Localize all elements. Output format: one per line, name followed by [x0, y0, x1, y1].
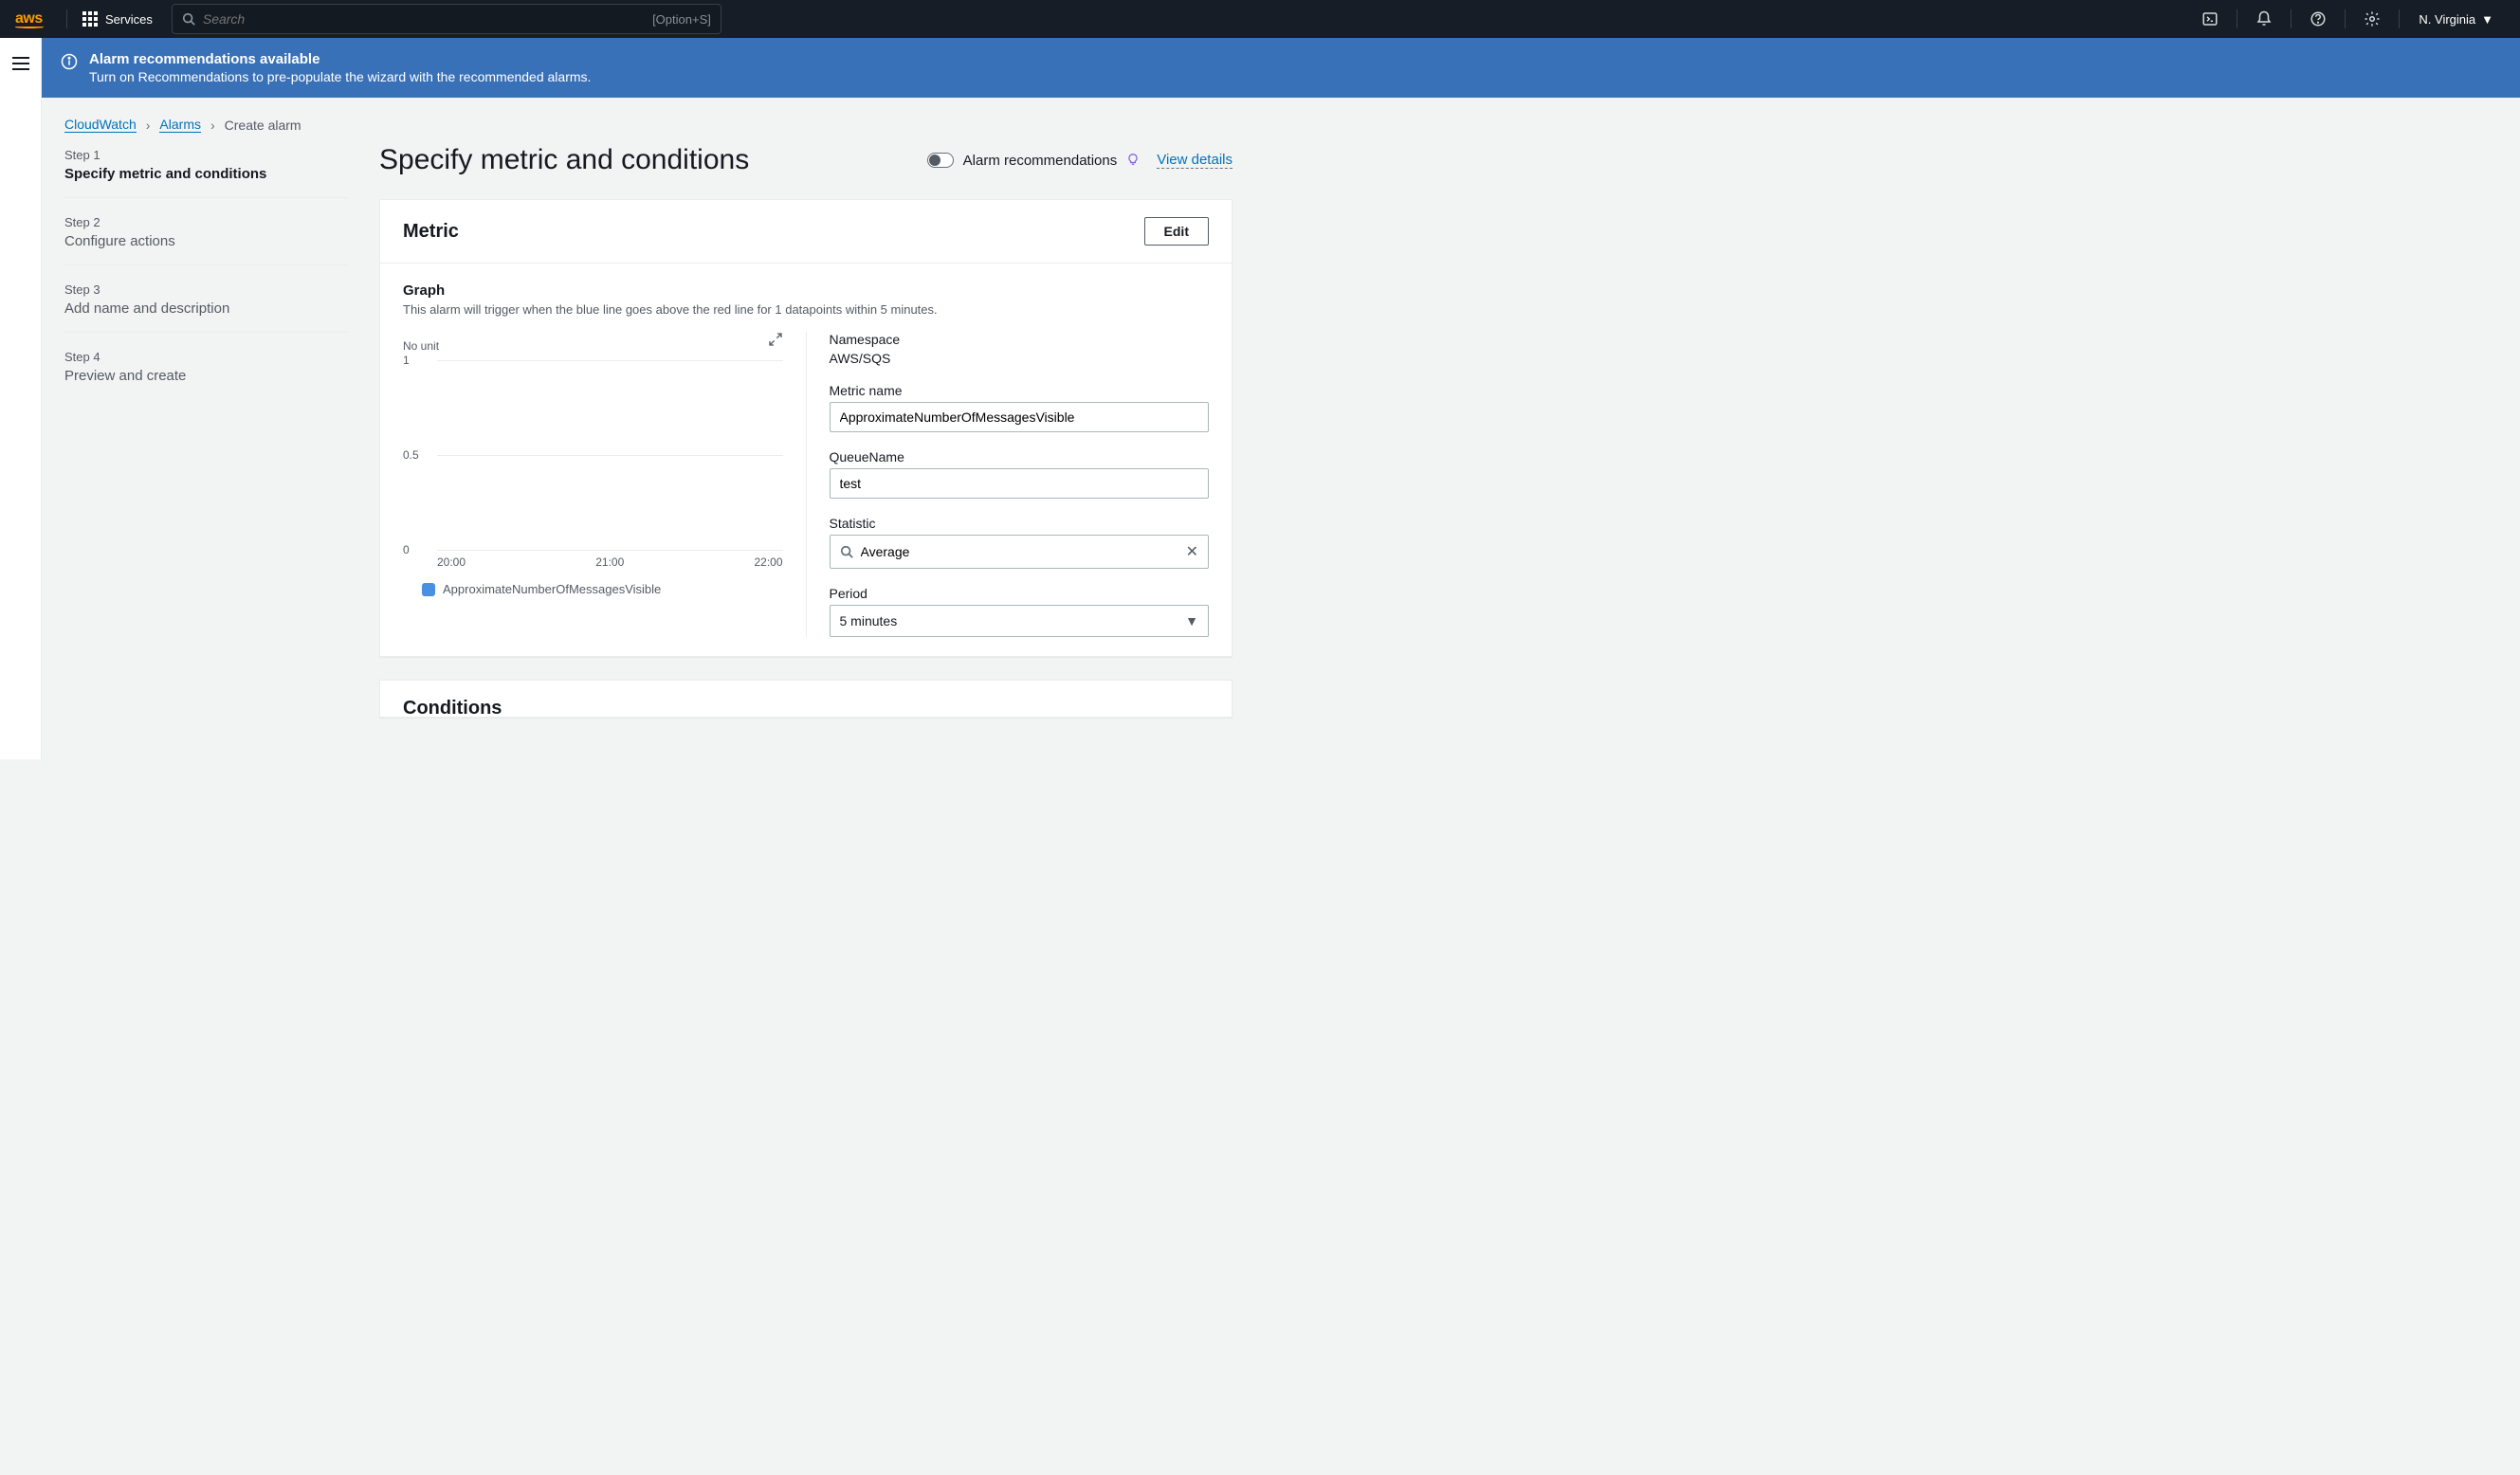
statistic-field: Statistic ✕	[830, 516, 1210, 569]
conditions-title: Conditions	[380, 681, 1232, 718]
global-search[interactable]: [Option+S]	[172, 4, 721, 34]
period-value: 5 minutes	[840, 613, 898, 628]
legend-label: ApproximateNumberOfMessagesVisible	[443, 582, 661, 596]
statistic-combo[interactable]: ✕	[830, 535, 1210, 569]
recommendations-toggle-row: Alarm recommendations	[927, 151, 1141, 171]
breadcrumb-root[interactable]: CloudWatch	[64, 117, 137, 133]
search-icon	[182, 12, 195, 26]
period-field: Period 5 minutes ▼	[830, 586, 1210, 637]
chevron-right-icon: ›	[210, 118, 215, 133]
global-nav: aws Services [Option+S] N. Virginia ▼	[0, 0, 2520, 38]
queue-name-input[interactable]	[830, 468, 1210, 499]
period-select[interactable]: 5 minutes ▼	[830, 605, 1210, 637]
search-icon	[840, 545, 853, 558]
help-icon[interactable]	[2299, 0, 2337, 38]
metric-name-input[interactable]	[830, 402, 1210, 432]
period-label: Period	[830, 586, 1210, 601]
metric-name-field: Metric name	[830, 383, 1210, 432]
breadcrumb-current: Create alarm	[225, 118, 301, 133]
caret-down-icon: ▼	[1185, 613, 1198, 628]
chevron-right-icon: ›	[146, 118, 151, 133]
lightbulb-icon	[1126, 151, 1140, 171]
info-icon	[61, 53, 78, 73]
chart-xaxis: 20:00 21:00 22:00	[403, 555, 783, 569]
namespace-field: Namespace AWS/SQS	[830, 332, 1210, 366]
xtick: 22:00	[754, 555, 782, 569]
banner-text: Turn on Recommendations to pre-populate …	[89, 69, 591, 84]
wizard-step-2[interactable]: Step 2 Configure actions	[64, 211, 349, 265]
services-label: Services	[105, 12, 153, 27]
wizard-steps: Step 1 Specify metric and conditions Ste…	[64, 144, 349, 740]
toggle-label: Alarm recommendations	[963, 153, 1118, 169]
ytick: 1	[403, 354, 410, 367]
banner-title: Alarm recommendations available	[89, 51, 591, 67]
region-selector[interactable]: N. Virginia ▼	[2407, 12, 2505, 27]
expand-icon[interactable]	[768, 332, 783, 350]
settings-icon[interactable]	[2353, 0, 2391, 38]
metric-panel-title: Metric	[403, 221, 459, 243]
legend-swatch	[422, 583, 435, 596]
wizard-step-1[interactable]: Step 1 Specify metric and conditions	[64, 144, 349, 198]
graph-description: This alarm will trigger when the blue li…	[403, 302, 1209, 317]
statistic-label: Statistic	[830, 516, 1210, 531]
xtick: 21:00	[595, 555, 624, 569]
ytick: 0	[403, 543, 410, 556]
region-label: N. Virginia	[2419, 12, 2475, 27]
recommendations-banner: Alarm recommendations available Turn on …	[42, 38, 2520, 98]
view-details-link[interactable]: View details	[1157, 152, 1233, 169]
page-title: Specify metric and conditions	[379, 144, 749, 176]
caret-down-icon: ▼	[2481, 12, 2493, 27]
breadcrumb: CloudWatch › Alarms › Create alarm	[64, 117, 2497, 133]
cloudshell-icon[interactable]	[2191, 0, 2229, 38]
wizard-step-3[interactable]: Step 3 Add name and description	[64, 279, 349, 333]
chart-ylabel: No unit	[403, 339, 783, 353]
namespace-label: Namespace	[830, 332, 1210, 347]
chart-column: No unit 1 0.5 0	[403, 332, 807, 637]
chart: No unit 1 0.5 0	[403, 339, 783, 596]
side-rail	[0, 38, 42, 759]
clear-icon[interactable]: ✕	[1186, 542, 1198, 561]
edit-button[interactable]: Edit	[1144, 217, 1209, 246]
metric-name-label: Metric name	[830, 383, 1210, 398]
xtick: 20:00	[437, 555, 466, 569]
statistic-input[interactable]	[861, 544, 1178, 559]
metric-form: Namespace AWS/SQS Metric name QueueName	[830, 332, 1210, 637]
breadcrumb-section[interactable]: Alarms	[159, 117, 201, 133]
chart-legend: ApproximateNumberOfMessagesVisible	[403, 582, 783, 596]
conditions-panel: Conditions	[379, 680, 1233, 718]
hamburger-icon[interactable]	[12, 57, 29, 759]
graph-label: Graph	[403, 282, 1209, 299]
search-input[interactable]	[203, 11, 652, 27]
wizard-step-4[interactable]: Step 4 Preview and create	[64, 346, 349, 399]
namespace-value: AWS/SQS	[830, 351, 1210, 366]
metric-panel: Metric Edit Graph This alarm will trigge…	[379, 199, 1233, 657]
nav-icons: N. Virginia ▼	[2191, 0, 2505, 38]
page-header: Specify metric and conditions Alarm reco…	[379, 144, 1233, 176]
aws-logo[interactable]: aws	[15, 10, 44, 28]
grid-icon	[82, 11, 98, 27]
ytick: 0.5	[403, 448, 419, 462]
queue-name-field: QueueName	[830, 449, 1210, 499]
nav-divider	[66, 9, 67, 28]
recommendations-toggle[interactable]	[927, 153, 954, 168]
queue-name-label: QueueName	[830, 449, 1210, 464]
search-shortcut: [Option+S]	[652, 12, 711, 27]
services-menu[interactable]: Services	[75, 11, 160, 27]
notifications-icon[interactable]	[2245, 0, 2283, 38]
